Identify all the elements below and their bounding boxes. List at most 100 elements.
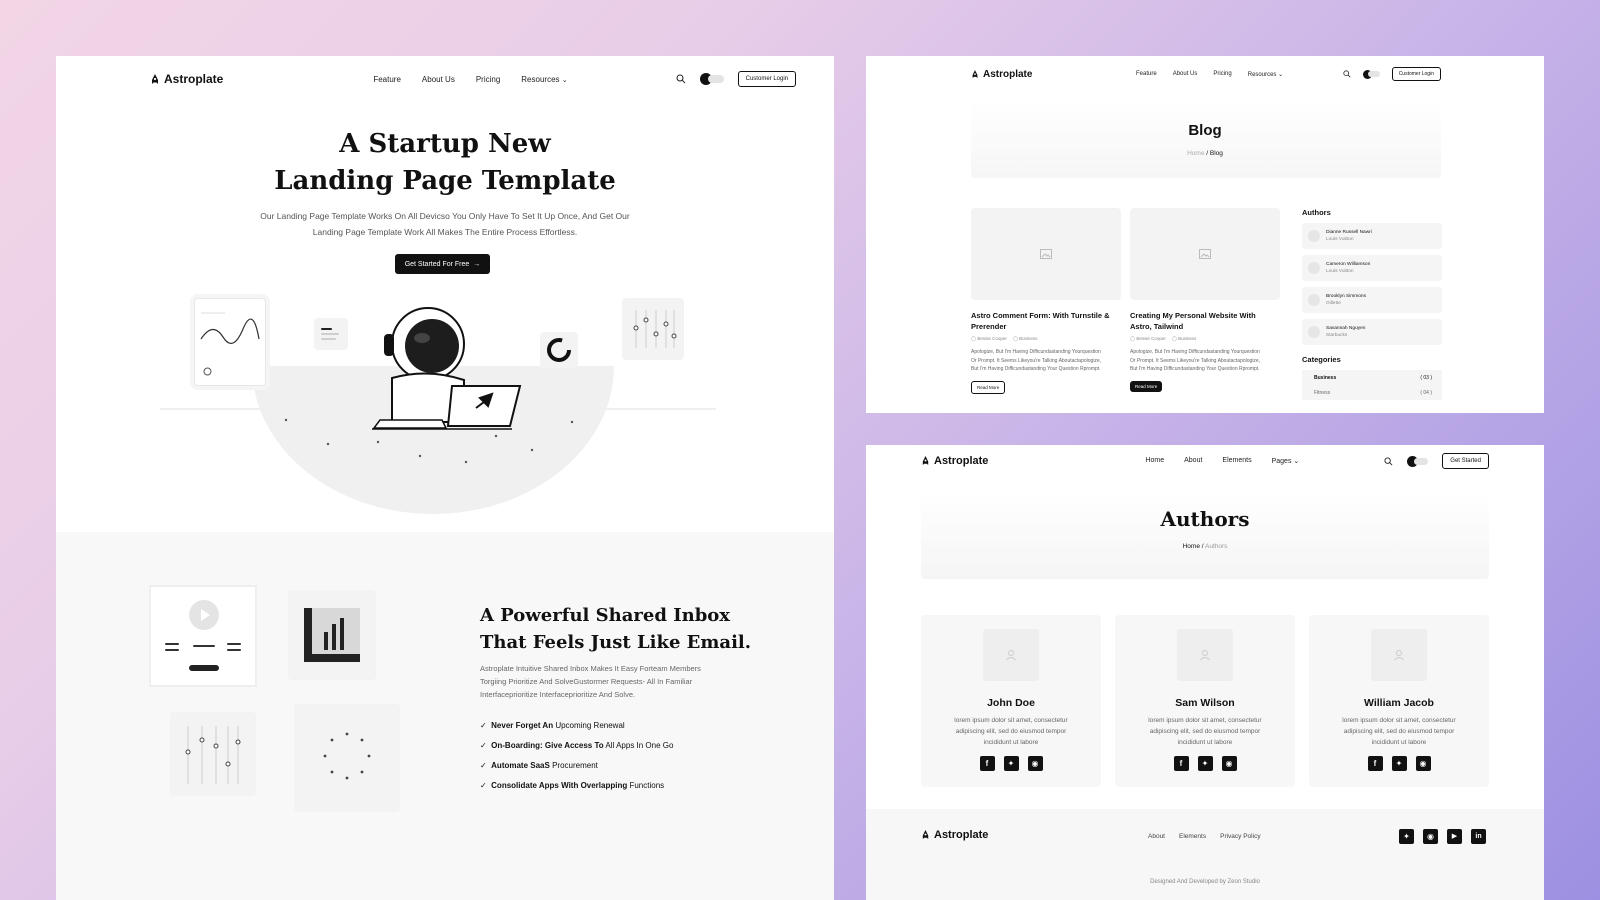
- author-item-3[interactable]: Brooklyn Simmons Gillette: [1302, 287, 1442, 313]
- authors-logo[interactable]: Astroplate: [921, 455, 988, 467]
- post-title-2[interactable]: Creating My Personal Website With Astro,…: [1130, 310, 1280, 332]
- post-thumbnail-2[interactable]: [1130, 208, 1280, 300]
- line-chart-icon: [200, 312, 260, 344]
- theme-toggle[interactable]: [699, 73, 724, 85]
- authors-navbar: Astroplate Home About Elements Pages ⌄ G…: [921, 452, 1489, 470]
- blog-header-band: [971, 100, 1441, 178]
- inbox-desc-line1: Astroplate Intuitive Shared Inbox Makes …: [480, 664, 701, 673]
- footer-links: About Elements Privacy Policy: [1148, 833, 1261, 840]
- menu-item-resources[interactable]: Resources ⌄: [1248, 71, 1283, 78]
- author-meta: ◯ Bessie Cooper: [1130, 336, 1166, 342]
- menu-item-feature[interactable]: Feature: [373, 75, 401, 84]
- menu-item-pricing[interactable]: Pricing: [476, 75, 500, 84]
- customer-login-button[interactable]: Customer Login: [737, 71, 796, 87]
- menu-item-home[interactable]: Home: [1145, 457, 1164, 465]
- hero-subtitle-line1: Our Landing Page Template Works On All D…: [260, 211, 630, 221]
- breadcrumb: Home / Blog: [1187, 150, 1223, 157]
- theme-toggle[interactable]: [1407, 455, 1429, 467]
- blog-logo[interactable]: Astroplate: [971, 69, 1032, 80]
- author-text: Cameron Williamson Louis Vuitton: [1326, 261, 1370, 275]
- arrow-right-icon: →: [473, 260, 481, 268]
- search-icon[interactable]: [1384, 456, 1393, 466]
- levels-card: [170, 712, 256, 796]
- menu-item-pricing[interactable]: Pricing: [1213, 71, 1231, 78]
- author-bio-line1: lorem ipsum dolor sit amet, consectetur: [1342, 717, 1456, 724]
- breadcrumb-home[interactable]: Home: [1183, 543, 1200, 550]
- footer-social: ✦ ◉ ▶ in: [1399, 829, 1486, 844]
- instagram-icon[interactable]: ◉: [1027, 756, 1043, 771]
- play-icon: [189, 600, 219, 630]
- menu-item-pages-label: Pages: [1271, 458, 1292, 465]
- instagram-icon[interactable]: ◉: [1423, 829, 1438, 844]
- author-card-1[interactable]: John Doe lorem ipsum dolor sit amet, con…: [921, 615, 1101, 787]
- list-item: ✓ Consolidate Apps With Overlapping Func…: [480, 776, 673, 796]
- search-icon[interactable]: [676, 74, 686, 84]
- category-item-2[interactable]: Fitness ( 04 ): [1302, 386, 1442, 400]
- footer-logo[interactable]: Astroplate: [921, 829, 988, 841]
- menu-item-about[interactable]: About Us: [1173, 71, 1198, 78]
- rocket-logo-icon: [972, 69, 978, 78]
- search-icon[interactable]: [1343, 70, 1351, 78]
- author-item-2[interactable]: Cameron Williamson Louis Vuitton: [1302, 255, 1442, 281]
- author-bio-line1: lorem ipsum dolor sit amet, consectetur: [1148, 717, 1262, 724]
- customer-login-button[interactable]: Customer Login: [1391, 67, 1441, 81]
- blog-menu: Feature About Us Pricing Resources ⌄: [1136, 71, 1283, 78]
- facebook-icon[interactable]: f: [979, 756, 995, 771]
- twitter-icon[interactable]: ✦: [1003, 756, 1019, 771]
- youtube-icon[interactable]: ▶: [1447, 829, 1462, 844]
- post-excerpt-1-line2: Or Prompt. It Seems Likeyou're Talking A…: [971, 357, 1102, 364]
- author-item-4[interactable]: Savannah Nguyen Starbucks: [1302, 319, 1442, 345]
- footer-link-about[interactable]: About: [1148, 833, 1165, 840]
- twitter-icon[interactable]: ✦: [1197, 756, 1213, 771]
- post-thumbnail-1[interactable]: [971, 208, 1121, 300]
- landing-logo[interactable]: Astroplate: [150, 72, 223, 86]
- post-title-1-line2: Prerender: [971, 322, 1007, 331]
- get-started-button[interactable]: Get Started: [1442, 453, 1489, 469]
- features-section: A Powerful Shared Inbox That Feels Just …: [56, 532, 834, 900]
- menu-item-pages[interactable]: Pages ⌄: [1272, 457, 1300, 465]
- landing-menu: Feature About Us Pricing Resources ⌄: [373, 75, 567, 84]
- author-name-1: Dianne Russell Nawri: [1326, 230, 1372, 235]
- instagram-icon[interactable]: ◉: [1415, 756, 1431, 771]
- category-item-1[interactable]: Business ( 03 ): [1302, 370, 1442, 386]
- instagram-icon[interactable]: ◉: [1221, 756, 1237, 771]
- author-item-1[interactable]: Dianne Russell Nawri Louis Vuitton: [1302, 223, 1442, 249]
- hero-title-line1: A Startup New: [339, 129, 551, 159]
- facebook-icon[interactable]: f: [1367, 756, 1383, 771]
- post-title-1-line1: Astro Comment Form: With Turnstile &: [971, 311, 1110, 320]
- post-title-1[interactable]: Astro Comment Form: With Turnstile & Pre…: [971, 310, 1121, 332]
- twitter-icon[interactable]: ✦: [1391, 756, 1407, 771]
- post-title-2-line2: Astro, Tailwind: [1130, 322, 1184, 331]
- author-meta: ◯ Bessie Cooper: [971, 336, 1007, 342]
- theme-toggle[interactable]: [1362, 69, 1380, 79]
- category-count-2: ( 04 ): [1420, 390, 1432, 396]
- menu-item-about[interactable]: About: [1184, 457, 1202, 465]
- author-card-3[interactable]: William Jacob lorem ipsum dolor sit amet…: [1309, 615, 1489, 787]
- post-excerpt-1-line3: But I'm Having Difficundastanding Your Q…: [971, 366, 1101, 372]
- landing-nav-actions: Customer Login: [676, 71, 796, 87]
- menu-item-about[interactable]: About Us: [422, 75, 455, 84]
- menu-item-resources[interactable]: Resources ⌄: [521, 75, 567, 84]
- category-meta: ◯ Business: [1172, 336, 1197, 342]
- read-more-button-2[interactable]: Read More: [1130, 380, 1163, 392]
- breadcrumb-home[interactable]: Home: [1187, 150, 1204, 157]
- linkedin-icon[interactable]: in: [1471, 829, 1486, 844]
- menu-item-feature[interactable]: Feature: [1136, 71, 1157, 78]
- author-company-4: Starbucks: [1326, 333, 1348, 338]
- image-placeholder-icon: [1040, 249, 1052, 259]
- twitter-icon[interactable]: ✦: [1399, 829, 1414, 844]
- read-more-button-1[interactable]: Read More: [971, 380, 1006, 394]
- menu-item-elements[interactable]: Elements: [1222, 457, 1251, 465]
- footer-link-elements[interactable]: Elements: [1179, 833, 1206, 840]
- get-started-free-button[interactable]: Get Started For Free →: [395, 254, 490, 274]
- user-icon: ◯: [1130, 336, 1136, 341]
- blog-navbar: Astroplate Feature About Us Pricing Reso…: [971, 66, 1441, 82]
- check-icon: ✓: [480, 721, 487, 730]
- hero-subtitle: Our Landing Page Template Works On All D…: [56, 208, 834, 240]
- facebook-icon[interactable]: f: [1173, 756, 1189, 771]
- footer-link-privacy[interactable]: Privacy Policy: [1220, 833, 1260, 840]
- authors-nav-actions: Get Started: [1384, 453, 1489, 469]
- author-card-2[interactable]: Sam Wilson lorem ipsum dolor sit amet, c…: [1115, 615, 1295, 787]
- author-company-1: Louis Vuitton: [1326, 237, 1354, 242]
- feature-bold-3: Automate SaaS: [491, 761, 550, 770]
